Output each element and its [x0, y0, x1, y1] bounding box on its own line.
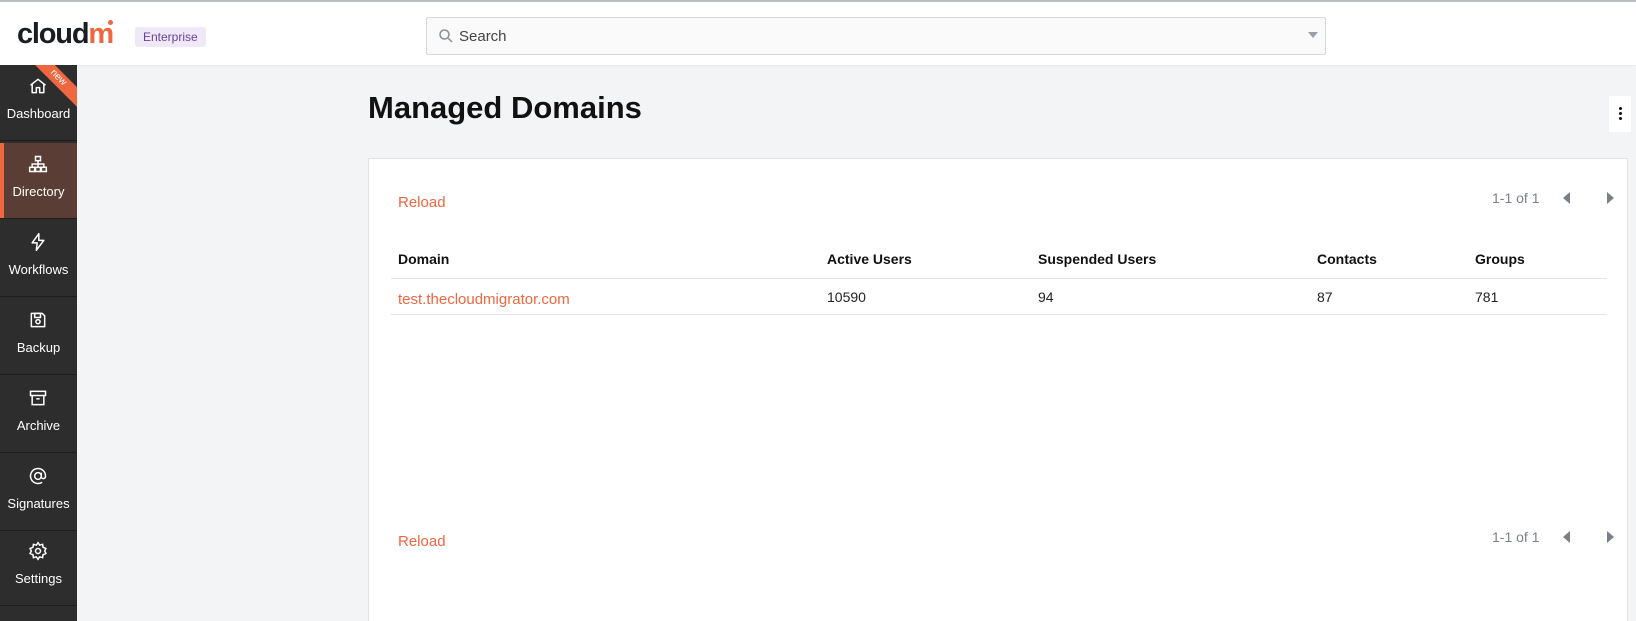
pagination-range-bottom: 1-1 of 1 — [1492, 529, 1540, 545]
search-icon — [439, 29, 453, 43]
groups-cell: 781 — [1475, 289, 1499, 305]
row-divider — [391, 314, 1607, 315]
sidebar: new Dashboard Directory Workflows Backup… — [0, 65, 77, 621]
domain-link[interactable]: test.thecloudmigrator.com — [398, 291, 570, 308]
reload-link-bottom[interactable]: Reload — [398, 533, 446, 550]
pagination-range-top: 1-1 of 1 — [1492, 190, 1540, 206]
bolt-icon — [31, 232, 45, 252]
header-divider — [391, 278, 1607, 279]
sidebar-item-signatures[interactable]: Signatures — [0, 455, 77, 531]
sitemap-icon — [28, 155, 48, 173]
sidebar-item-label: Directory — [12, 184, 65, 199]
suspended-users-cell: 94 — [1038, 289, 1054, 305]
sidebar-item-label: Workflows — [8, 262, 69, 277]
sidebar-item-backup[interactable]: Backup — [0, 299, 77, 375]
column-header-suspended-users[interactable]: Suspended Users — [1038, 251, 1156, 267]
sidebar-item-label: Settings — [15, 571, 62, 586]
next-page-icon[interactable] — [1603, 530, 1617, 544]
contacts-cell: 87 — [1317, 289, 1333, 305]
search-input[interactable] — [459, 18, 1279, 54]
sidebar-item-directory[interactable]: Directory — [0, 143, 77, 219]
column-header-domain[interactable]: Domain — [398, 251, 449, 267]
sidebar-item-label: Dashboard — [6, 106, 71, 121]
archive-box-icon — [29, 390, 47, 406]
sidebar-item-dashboard[interactable]: new Dashboard — [0, 65, 77, 141]
top-bar: cloudm Enterprise — [0, 0, 1636, 65]
sidebar-item-settings[interactable]: Settings — [0, 530, 77, 606]
column-header-active-users[interactable]: Active Users — [827, 251, 912, 267]
next-page-icon[interactable] — [1603, 191, 1617, 205]
sidebar-item-workflows[interactable]: Workflows — [0, 221, 77, 297]
sidebar-item-archive[interactable]: Archive — [0, 377, 77, 453]
search-dropdown-icon[interactable] — [1308, 32, 1318, 38]
sidebar-item-label: Archive — [16, 418, 61, 433]
sidebar-item-label: Signatures — [7, 496, 70, 511]
more-options-icon[interactable] — [1609, 96, 1631, 132]
save-icon — [30, 312, 46, 328]
column-header-groups[interactable]: Groups — [1475, 251, 1525, 267]
page-title: Managed Domains — [368, 90, 642, 125]
search-box[interactable] — [426, 17, 1326, 55]
domains-card: Reload 1-1 of 1 Domain Active Users Susp… — [368, 158, 1628, 621]
plan-badge: Enterprise — [135, 27, 206, 47]
reload-link-top[interactable]: Reload — [398, 194, 446, 211]
gear-icon — [29, 541, 47, 561]
home-icon — [30, 78, 46, 94]
active-users-cell: 10590 — [827, 289, 866, 305]
prev-page-icon[interactable] — [1561, 191, 1575, 205]
column-header-contacts[interactable]: Contacts — [1317, 251, 1377, 267]
sidebar-item-label: Backup — [16, 340, 61, 355]
prev-page-icon[interactable] — [1561, 530, 1575, 544]
at-sign-icon — [29, 467, 47, 485]
cloudm-logo[interactable]: cloudm — [17, 18, 114, 51]
